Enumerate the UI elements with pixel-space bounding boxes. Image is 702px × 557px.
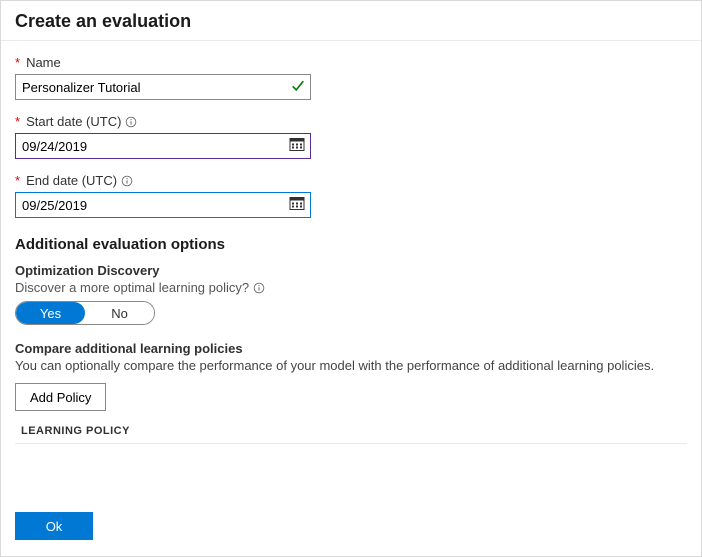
page-title: Create an evaluation bbox=[15, 11, 687, 32]
start-date-input[interactable] bbox=[15, 133, 311, 159]
footer: Ok bbox=[15, 512, 93, 540]
add-policy-button[interactable]: Add Policy bbox=[15, 383, 106, 411]
panel-header: Create an evaluation bbox=[1, 1, 701, 41]
info-icon[interactable] bbox=[121, 175, 133, 187]
name-label-row: * Name bbox=[15, 55, 687, 70]
start-date-label: Start date (UTC) bbox=[26, 114, 121, 129]
learning-policy-column-header: LEARNING POLICY bbox=[21, 425, 687, 437]
info-icon[interactable] bbox=[125, 116, 137, 128]
field-start-date: * Start date (UTC) bbox=[15, 114, 687, 159]
start-date-input-wrap bbox=[15, 133, 311, 159]
name-input[interactable] bbox=[15, 74, 311, 100]
end-date-input[interactable] bbox=[15, 192, 311, 218]
policy-table-divider bbox=[15, 443, 687, 444]
additional-options-heading: Additional evaluation options bbox=[15, 236, 687, 253]
end-date-input-wrap bbox=[15, 192, 311, 218]
ok-button[interactable]: Ok bbox=[15, 512, 93, 540]
name-input-wrap bbox=[15, 74, 311, 100]
panel-body: * Name * Start date (UTC) bbox=[1, 41, 701, 444]
optimization-discovery-block: Optimization Discovery Discover a more o… bbox=[15, 263, 687, 325]
optimization-desc: Discover a more optimal learning policy? bbox=[15, 280, 249, 295]
toggle-no[interactable]: No bbox=[85, 302, 154, 324]
field-end-date: * End date (UTC) bbox=[15, 173, 687, 218]
field-name: * Name bbox=[15, 55, 687, 100]
optimization-title: Optimization Discovery bbox=[15, 263, 687, 278]
required-marker: * bbox=[15, 173, 20, 188]
info-icon[interactable] bbox=[253, 282, 265, 294]
required-marker: * bbox=[15, 114, 20, 129]
name-label: Name bbox=[26, 55, 61, 70]
toggle-yes[interactable]: Yes bbox=[16, 302, 85, 324]
compare-title: Compare additional learning policies bbox=[15, 341, 687, 356]
start-date-label-row: * Start date (UTC) bbox=[15, 114, 687, 129]
compare-desc: You can optionally compare the performan… bbox=[15, 358, 687, 373]
optimization-toggle[interactable]: Yes No bbox=[15, 301, 155, 325]
compare-policies-block: Compare additional learning policies You… bbox=[15, 341, 687, 444]
end-date-label: End date (UTC) bbox=[26, 173, 117, 188]
create-evaluation-panel: Create an evaluation * Name * Start d bbox=[0, 0, 702, 557]
optimization-desc-row: Discover a more optimal learning policy? bbox=[15, 280, 687, 295]
end-date-label-row: * End date (UTC) bbox=[15, 173, 687, 188]
required-marker: * bbox=[15, 55, 20, 70]
